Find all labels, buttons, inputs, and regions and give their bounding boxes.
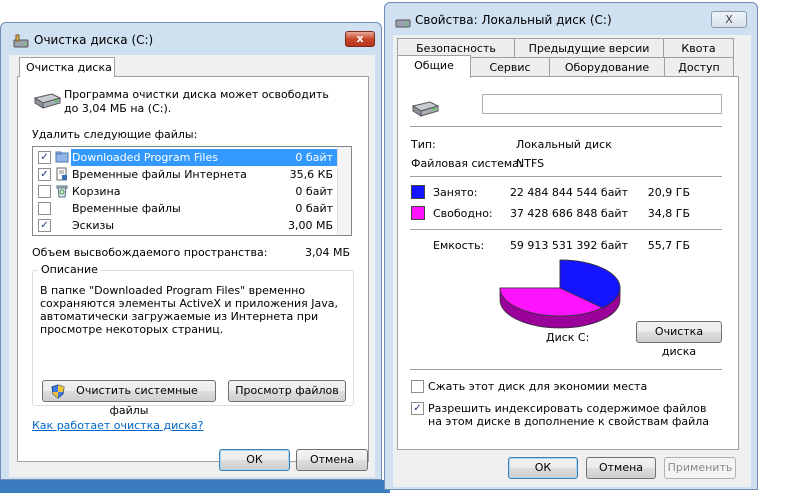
file-system-label: Файловая система: bbox=[411, 157, 523, 170]
drive-icon bbox=[395, 19, 411, 28]
free-space-bytes: 37 428 686 848 байт bbox=[509, 207, 628, 220]
space-freed-label: Объем высвобождаемого пространства: bbox=[32, 246, 268, 259]
divider bbox=[410, 369, 722, 370]
checkbox[interactable] bbox=[38, 202, 51, 215]
file-system-value: NTFS bbox=[516, 157, 545, 170]
apply-button[interactable]: Применить bbox=[664, 457, 736, 479]
help-link[interactable]: Как работает очистка диска? bbox=[32, 419, 204, 432]
capacity-bytes: 59 913 531 392 байт bbox=[509, 239, 628, 252]
free-space-label: Свободно: bbox=[433, 207, 493, 220]
index-label: Разрешить индексировать содержимое файло… bbox=[428, 402, 710, 428]
files-list[interactable]: ✓ Downloaded Program Files 0 байт ✓ Врем… bbox=[32, 146, 352, 236]
description-title: Описание bbox=[38, 263, 101, 276]
folder-icon bbox=[55, 151, 69, 163]
checkbox[interactable]: ✓ bbox=[38, 151, 51, 164]
cleanup-intro-text: Программа очистки диска может освободить… bbox=[64, 88, 329, 115]
tab-hardware[interactable]: Оборудование bbox=[549, 57, 665, 77]
list-scrollbar[interactable] bbox=[337, 147, 351, 235]
shield-icon bbox=[51, 384, 65, 399]
file-name: Эскизы bbox=[72, 219, 115, 232]
used-space-label: Занято: bbox=[433, 186, 478, 199]
disk-usage-pie-chart bbox=[499, 259, 621, 329]
compress-checkbox[interactable] bbox=[411, 380, 424, 393]
drive-icon bbox=[411, 101, 440, 117]
file-row-temporary-internet-files[interactable]: ✓ Временные файлы Интернета 35,6 КБ bbox=[33, 166, 351, 183]
capacity-label: Емкость: bbox=[433, 239, 485, 252]
file-name: Downloaded Program Files bbox=[71, 149, 283, 166]
tab-tools[interactable]: Сервис bbox=[470, 57, 550, 77]
tab-disk-cleanup[interactable]: Очистка диска bbox=[19, 57, 115, 77]
disk-cleanup-icon bbox=[13, 34, 29, 48]
used-space-gb: 20,9 ГБ bbox=[647, 186, 690, 199]
desktop-background bbox=[0, 480, 390, 493]
file-name: Временные файлы bbox=[72, 202, 181, 215]
file-size: 35,6 КБ bbox=[289, 168, 333, 181]
window-title: Очистка диска (C:) bbox=[34, 33, 154, 47]
file-name: Временные файлы Интернета bbox=[72, 168, 247, 181]
file-size: 0 байт bbox=[295, 202, 333, 215]
index-checkbox[interactable]: ✓ bbox=[411, 402, 424, 415]
files-to-delete-label: Удалить следующие файлы: bbox=[32, 128, 198, 141]
disk-cleanup-button[interactable]: Очистка диска bbox=[636, 321, 722, 358]
window-title: Свойства: Локальный диск (C:) bbox=[415, 13, 612, 27]
cleanup-system-files-button[interactable]: Очистить системные файлы bbox=[42, 380, 216, 417]
file-size: 0 байт bbox=[295, 185, 333, 198]
type-label: Тип: bbox=[411, 138, 436, 151]
ok-button[interactable]: ОК bbox=[219, 449, 290, 471]
capacity-gb: 55,7 ГБ bbox=[647, 239, 690, 252]
tab-sharing[interactable]: Доступ bbox=[664, 57, 734, 77]
description-text: В папке "Downloaded Program Files" време… bbox=[40, 284, 338, 336]
drive-icon bbox=[33, 93, 62, 109]
drive-name-input[interactable] bbox=[482, 94, 722, 114]
document-lock-icon bbox=[56, 167, 67, 181]
file-size: 0 байт bbox=[283, 149, 337, 166]
tab-previous-versions[interactable]: Предыдущие версии bbox=[514, 38, 664, 58]
ok-button[interactable]: ОК bbox=[508, 457, 578, 479]
space-freed-value: 3,04 МБ bbox=[304, 246, 350, 259]
divider bbox=[410, 176, 722, 177]
tab-quota[interactable]: Квота bbox=[663, 38, 734, 58]
divider bbox=[410, 126, 722, 127]
used-space-bytes: 22 484 844 544 байт bbox=[509, 186, 628, 199]
free-space-gb: 34,8 ГБ bbox=[647, 207, 690, 220]
checkbox[interactable]: ✓ bbox=[38, 219, 51, 232]
checkbox[interactable] bbox=[38, 185, 51, 198]
close-button[interactable]: X bbox=[711, 11, 747, 28]
file-row-thumbnails[interactable]: ✓ Эскизы 3,00 МБ bbox=[33, 217, 351, 234]
used-space-swatch bbox=[411, 185, 425, 199]
recycle-bin-icon bbox=[56, 185, 68, 198]
file-row-recycle-bin[interactable]: Корзина 0 байт bbox=[33, 183, 351, 200]
divider bbox=[410, 229, 722, 230]
view-files-button[interactable]: Просмотр файлов bbox=[228, 380, 346, 402]
file-row-temporary-files[interactable]: Временные файлы 0 байт bbox=[33, 200, 351, 217]
type-value: Локальный диск bbox=[516, 138, 612, 151]
disk-label: Диск C: bbox=[546, 331, 590, 344]
close-button[interactable]: x bbox=[345, 31, 375, 47]
checkbox[interactable]: ✓ bbox=[38, 168, 51, 181]
file-size: 3,00 МБ bbox=[287, 219, 333, 232]
cancel-button[interactable]: Отмена bbox=[296, 449, 368, 471]
cancel-button[interactable]: Отмена bbox=[586, 457, 656, 479]
file-name: Корзина bbox=[72, 185, 121, 198]
file-row-downloaded-program-files[interactable]: ✓ Downloaded Program Files 0 байт bbox=[33, 149, 351, 166]
free-space-swatch bbox=[411, 206, 425, 220]
tab-general[interactable]: Общие bbox=[397, 55, 471, 78]
compress-label: Сжать этот диск для экономии места bbox=[428, 380, 648, 393]
